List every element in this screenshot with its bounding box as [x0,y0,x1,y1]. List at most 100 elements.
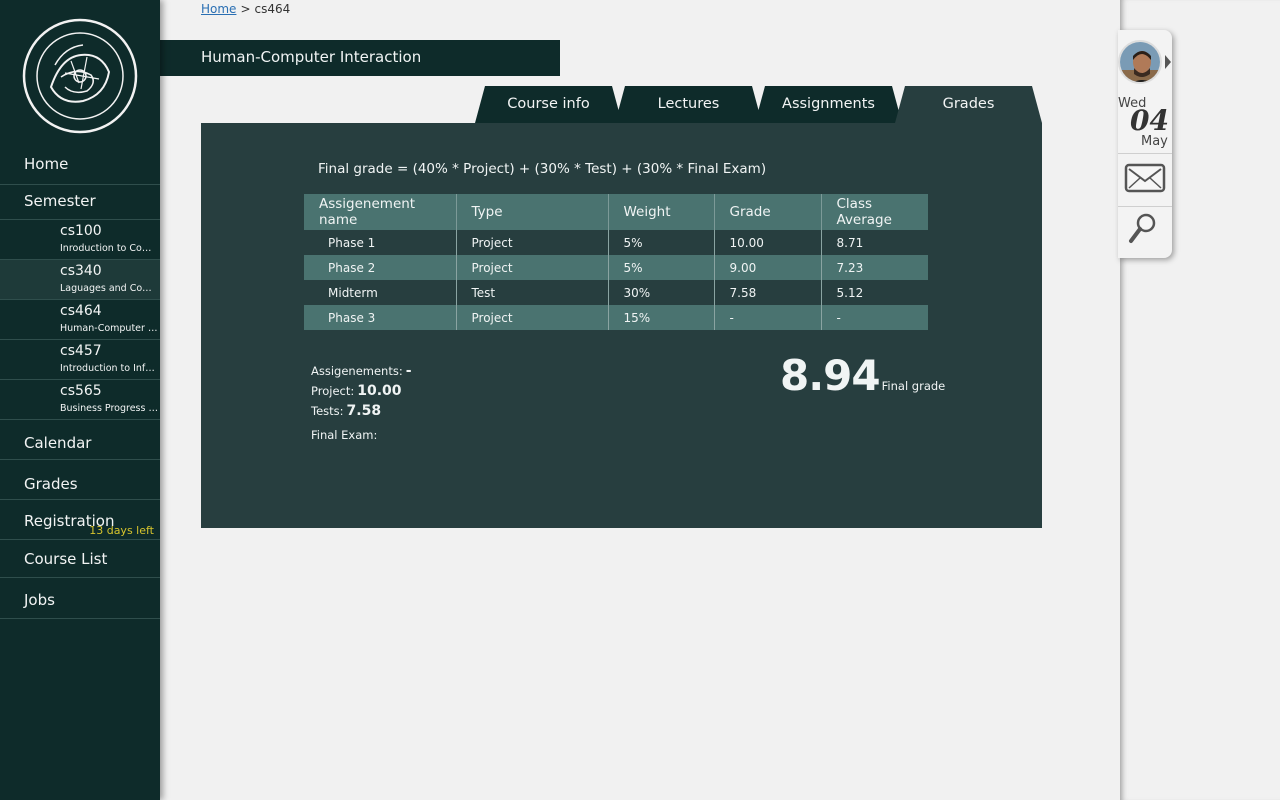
sidebar-item-label: Jobs [24,591,55,609]
table-row: Phase 2 Project 5% 9.00 7.23 [304,255,928,280]
breadcrumb-current: cs464 [254,2,291,16]
summary-tests: Tests: 7.58 [311,403,381,419]
widget-divider [1118,153,1172,154]
tab-grades[interactable]: Grades [895,86,1042,123]
tab-label: Assignments [782,96,875,112]
table-cell: 15% [608,305,715,330]
summary-value: - [405,363,412,379]
sidebar-item-course-list[interactable]: Course List [0,540,160,578]
course-name: Business Progress Management [60,403,158,414]
summary-assignments: Assigenements: - [311,363,412,379]
grades-panel: Final grade = (40% * Project) + (30% * T… [201,123,1042,528]
table-row: Phase 1 Project 5% 10.00 8.71 [304,230,928,255]
course-code: cs100 [60,223,102,239]
sidebar-course-cs565[interactable]: cs565 Business Progress Management [0,380,160,420]
sidebar-item-registration[interactable]: Registration 13 days left [0,500,160,540]
course-code: cs464 [60,303,102,319]
tab-label: Lectures [657,96,720,112]
registration-deadline-badge: 13 days left [89,524,154,537]
course-title-bar: Human-Computer Interaction [160,40,560,76]
sidebar-item-jobs[interactable]: Jobs [0,578,160,619]
table-header-row: Assigenement name Type Weight Grade Clas… [304,194,928,230]
breadcrumb: Home > cs464 [201,2,290,16]
sidebar-course-cs464[interactable]: cs464 Human-Computer Interaction [0,300,160,340]
final-grade-value: 8.94 [780,351,881,400]
avatar[interactable] [1118,40,1162,84]
tab-lectures[interactable]: Lectures [615,86,762,123]
summary-label: Assigenements: [311,364,403,378]
user-widget: Wed 04 May [1118,30,1172,258]
sidebar-item-home[interactable]: Home [0,145,160,185]
table-cell: Phase 1 [304,230,457,255]
column-header[interactable]: Grade [714,194,822,230]
table-cell: 5% [608,255,715,280]
tab-course-info[interactable]: Course info [475,86,622,123]
table-cell: Test [456,280,609,305]
table-cell: 10.00 [714,230,822,255]
chevron-right-icon[interactable] [1165,55,1171,69]
breadcrumb-separator: > [240,2,251,16]
table-cell: Project [456,305,609,330]
table-cell: 7.23 [821,255,928,280]
course-name: Human-Computer Interaction [60,323,158,334]
widget-divider [1118,206,1172,207]
column-header[interactable]: Class Average [821,194,928,230]
sidebar: Home Semester cs100 Inroduction to Compu… [0,0,160,800]
grades-table: Assigenement name Type Weight Grade Clas… [304,194,928,330]
sidebar-item-label: Calendar [24,434,92,452]
tab-label: Grades [942,96,995,112]
summary-label: Tests: [311,404,344,418]
table-cell: 5.12 [836,285,864,300]
search-icon[interactable] [1128,212,1158,244]
grade-formula: Final grade = (40% * Project) + (30% * T… [318,161,767,177]
breadcrumb-home-link[interactable]: Home [201,2,236,16]
summary-final-exam: Final Exam: [311,427,380,443]
table-row: Midterm Test 30% 7.58 5.12 [304,280,928,305]
table-row: Phase 3 Project 15% - - [304,305,928,330]
university-seal-logo[interactable] [21,17,139,135]
course-code: cs340 [60,263,102,279]
table-cell: 8.71 [836,235,864,250]
sidebar-item-label: Home [24,155,69,173]
summary-value: 10.00 [357,383,402,399]
final-grade: 8.94 Final grade [780,351,945,400]
table-cell: 7.58 [714,280,822,305]
date-number: 04 [1130,104,1169,137]
course-code: cs457 [60,343,102,359]
course-code: cs565 [60,383,102,399]
course-title: Human-Computer Interaction [201,48,422,66]
sidebar-item-label: Semester [24,192,96,210]
summary-label: Project: [311,384,355,398]
table-cell: Midterm [304,280,457,305]
table-cell: 30% [608,280,715,305]
summary-project: Project: 10.00 [311,383,402,399]
sidebar-course-cs340[interactable]: cs340 Laguages and Compilers [0,260,160,300]
table-cell: Project [456,230,609,255]
sidebar-item-calendar[interactable]: Calendar [0,424,160,460]
mail-icon[interactable] [1124,162,1166,194]
summary-label: Final Exam: [311,428,378,442]
table-cell: - [714,305,822,330]
tab-label: Course info [507,96,590,112]
sidebar-course-cs457[interactable]: cs457 Introduction to Information System… [0,340,160,380]
tab-assignments[interactable]: Assignments [755,86,902,123]
column-header[interactable]: Weight [608,194,715,230]
sidebar-item-label: Course List [24,550,108,568]
table-cell: Project [456,255,609,280]
table-cell: Phase 3 [304,305,457,330]
table-cell: - [821,305,928,330]
avatar-photo-icon [1120,42,1160,82]
sidebar-course-cs100[interactable]: cs100 Inroduction to Computer Science [0,220,160,260]
sidebar-item-label: Grades [24,475,78,493]
course-name: Laguages and Compilers [60,283,158,294]
summary-value: 7.58 [346,403,382,419]
sidebar-item-grades[interactable]: Grades [0,460,160,500]
column-header[interactable]: Assigenement name [304,194,457,230]
course-name: Inroduction to Computer Science [60,243,158,254]
column-header[interactable]: Type [456,194,609,230]
final-grade-label: Final grade [881,379,946,393]
sidebar-item-semester[interactable]: Semester [0,182,160,220]
course-name: Introduction to Information Systems [60,363,158,374]
table-cell: Phase 2 [304,255,457,280]
table-cell: 9.00 [714,255,822,280]
